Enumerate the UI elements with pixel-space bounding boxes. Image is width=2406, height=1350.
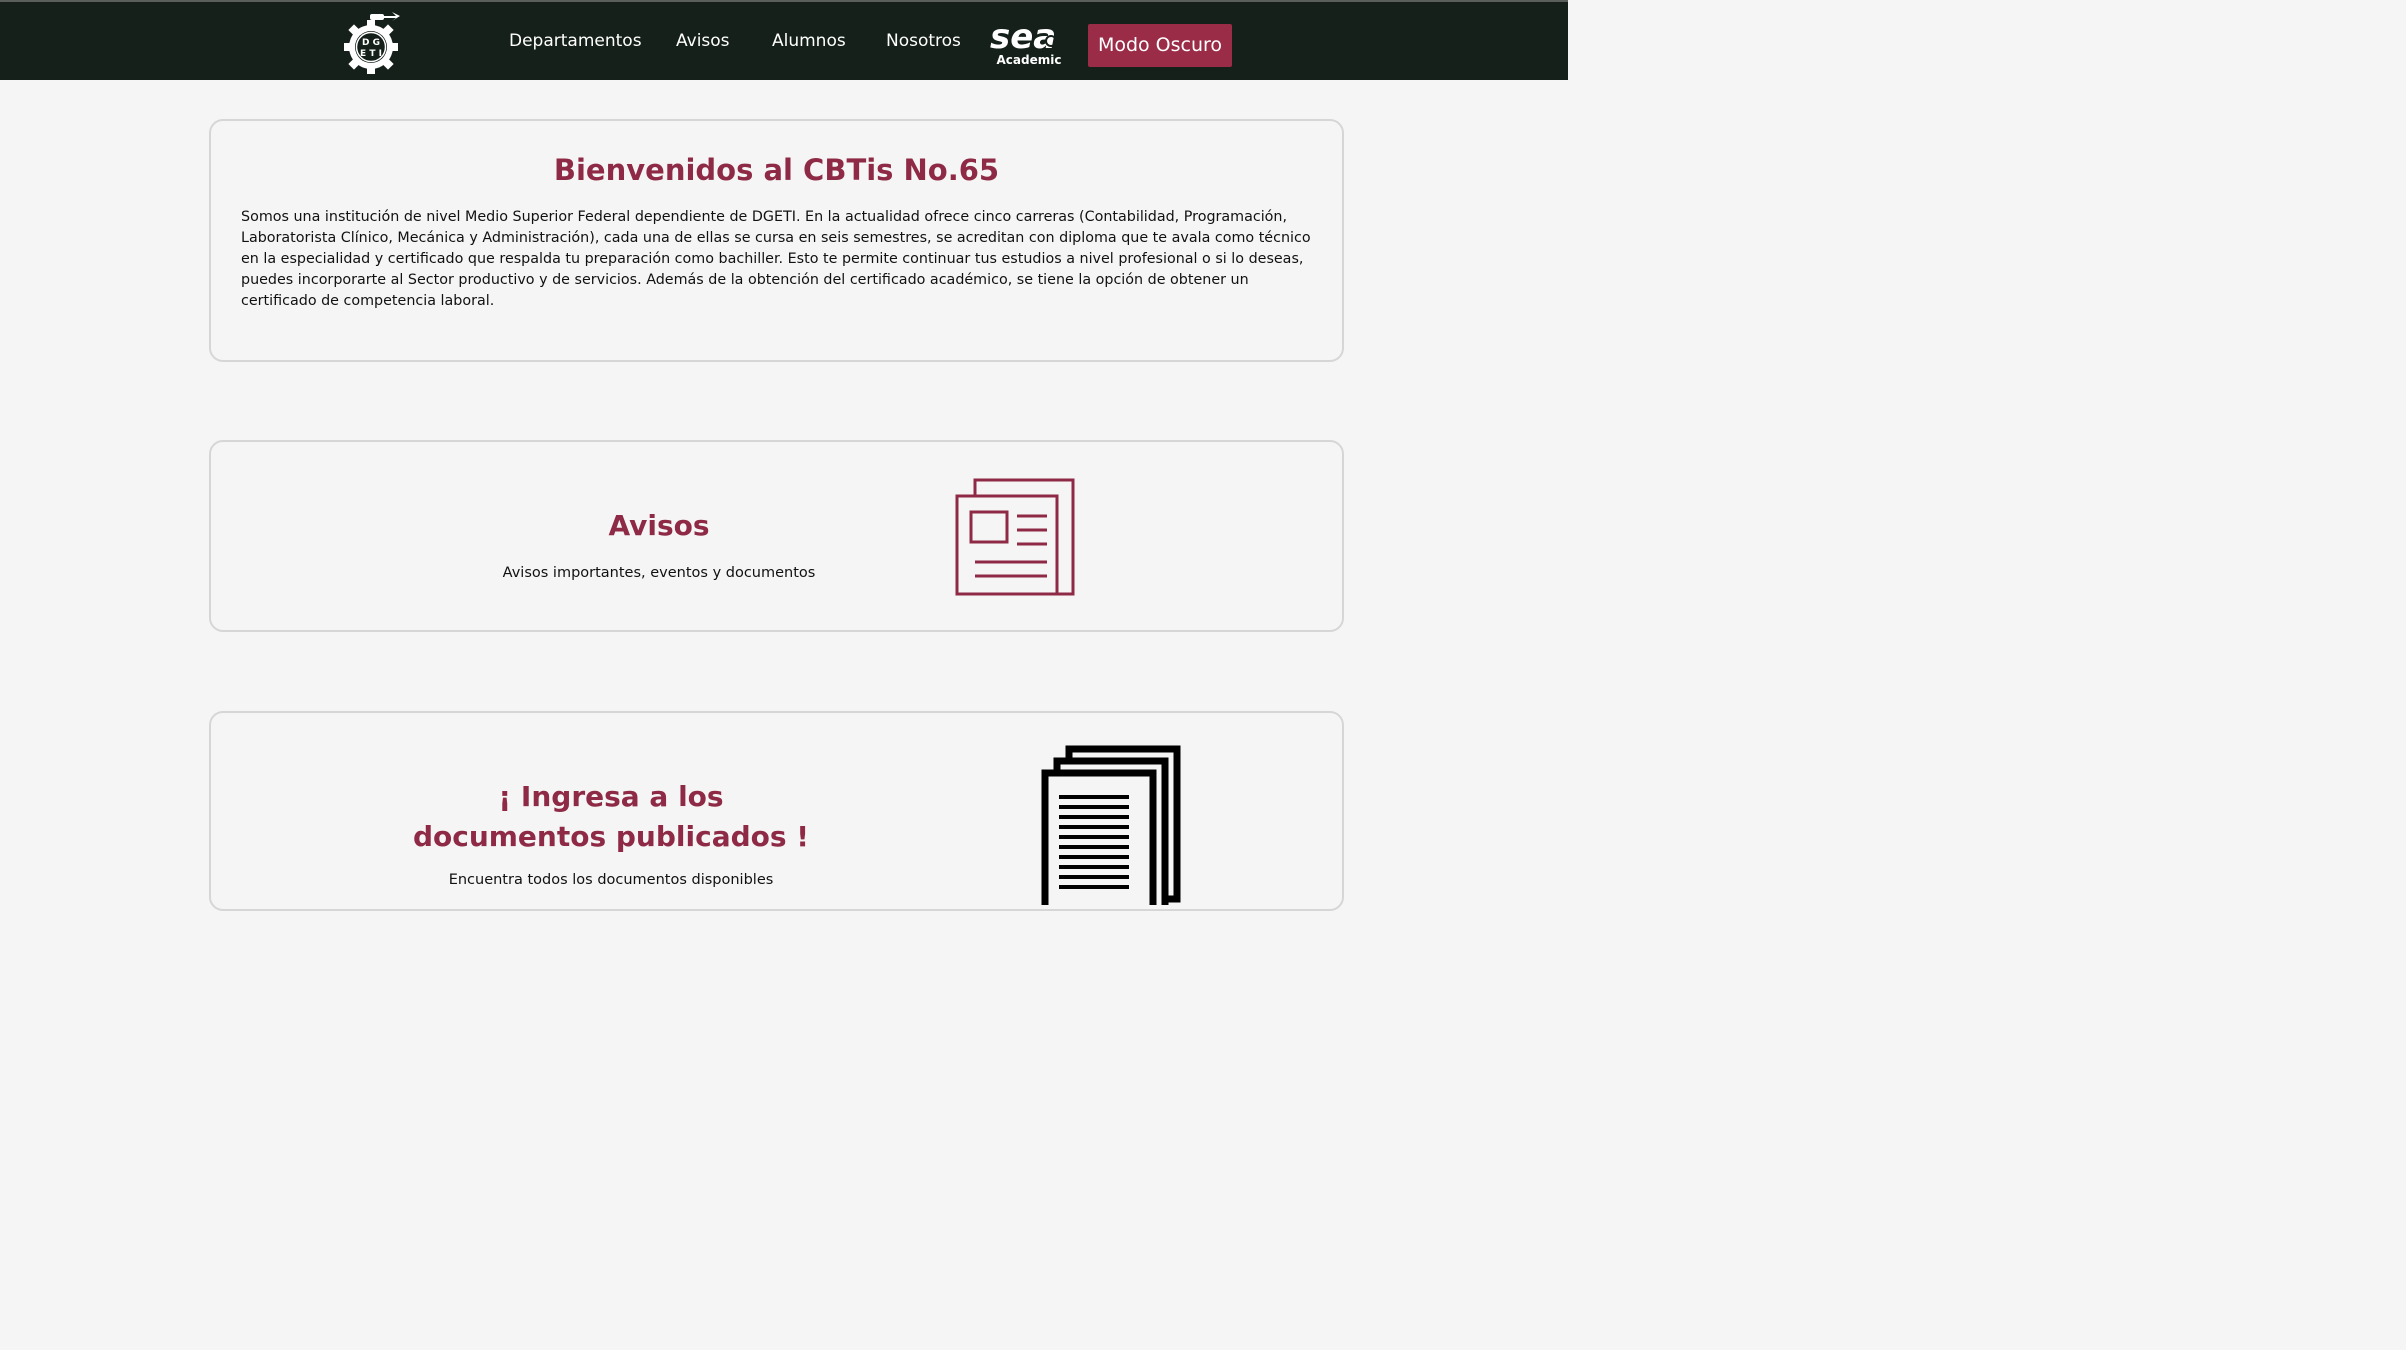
nav-nosotros[interactable]: Nosotros [886,30,961,52]
welcome-title: Bienvenidos al CBTis No.65 [553,153,1000,187]
avisos-title[interactable]: Avisos [459,508,859,544]
sea-logo-subtext: Academic [997,53,1062,67]
svg-text:E T I: E T I [360,49,382,59]
documents-card[interactable]: ¡ Ingresa a los documentos publicados ! … [209,711,1344,911]
sea-logo-text: sea [990,17,1056,57]
nav-avisos[interactable]: Avisos [676,30,730,52]
top-navbar: D G E T I Departamentos Avisos Alumnos N… [0,0,1568,80]
documents-stack-icon[interactable] [1037,745,1185,905]
nav-departamentos[interactable]: Departamentos [509,30,642,52]
dark-mode-button[interactable]: Modo Oscuro [1088,24,1232,67]
sea-academic-logo-icon[interactable]: sea Academic [988,14,1070,68]
nav-alumnos[interactable]: Alumnos [772,30,846,52]
avisos-subtitle: Avisos importantes, eventos y documentos [502,565,816,581]
documents-subtitle: Encuentra todos los documentos disponibl… [448,872,774,888]
svg-text:D G: D G [362,38,380,48]
newspaper-icon[interactable] [955,478,1077,598]
welcome-description: Somos una institución de nivel Medio Sup… [241,209,1311,309]
welcome-card: Bienvenidos al CBTis No.65 Somos una ins… [209,119,1344,362]
documents-title[interactable]: ¡ Ingresa a los documentos publicados ! [411,777,811,857]
dgeti-logo-icon[interactable]: D G E T I [342,12,400,74]
avisos-card[interactable]: Avisos Avisos importantes, eventos y doc… [209,440,1344,632]
